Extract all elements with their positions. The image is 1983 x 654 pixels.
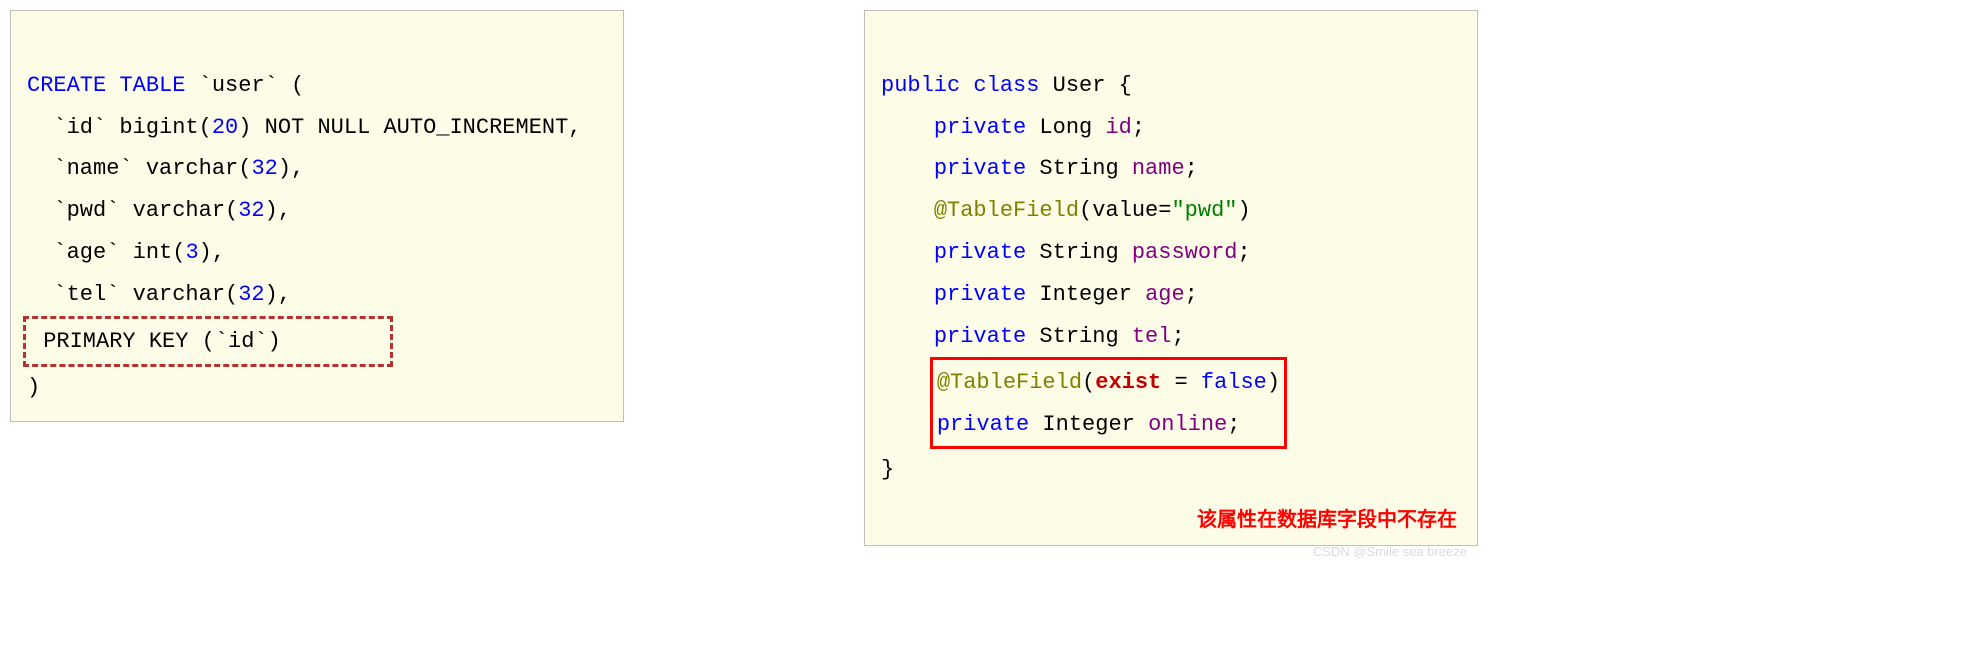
sql-text: ), — [278, 156, 304, 181]
java-text: Long — [1026, 115, 1105, 140]
sql-text: ), — [265, 198, 291, 223]
java-text: = — [1161, 370, 1201, 395]
annotation-note: 该属性在数据库字段中不存在 — [1197, 501, 1457, 539]
java-var: name — [1132, 156, 1185, 181]
primary-key-highlight: PRIMARY KEY (`id`) — [23, 316, 393, 368]
java-text: (value= — [1079, 198, 1171, 223]
sql-text: ) — [27, 375, 40, 400]
java-kw: private — [934, 282, 1026, 307]
sql-num: 32 — [238, 282, 264, 307]
java-text: ; — [1185, 282, 1198, 307]
java-kw: private — [934, 324, 1026, 349]
java-var: tel — [1132, 324, 1172, 349]
java-text: Integer — [1029, 412, 1148, 437]
java-text: Integer — [1026, 282, 1145, 307]
sql-text: `id` bigint( — [27, 115, 212, 140]
java-kw: private — [934, 156, 1026, 181]
java-text: ( — [1082, 370, 1095, 395]
java-attr: exist — [1095, 370, 1161, 395]
java-kw: private — [934, 240, 1026, 265]
java-text: ; — [1171, 324, 1184, 349]
watermark-text: CSDN @Smile sea breeze — [1313, 540, 1467, 565]
tablefield-exist-highlight: @TableField(exist = false) private Integ… — [930, 357, 1287, 449]
java-kw: private — [934, 115, 1026, 140]
code-comparison-container: CREATE TABLE `user` ( `id` bigint(20) NO… — [10, 10, 1973, 546]
sql-kw-create: CREATE TABLE — [27, 73, 185, 98]
sql-num: 20 — [212, 115, 238, 140]
sql-pk: PRIMARY KEY (`id`) — [30, 329, 386, 354]
sql-code-box: CREATE TABLE `user` ( `id` bigint(20) NO… — [10, 10, 624, 422]
sql-text: `pwd` varchar( — [27, 198, 238, 223]
java-annotation: @TableField — [934, 198, 1079, 223]
java-string: "pwd" — [1171, 198, 1237, 223]
java-text: ) — [1267, 370, 1280, 395]
sql-num: 3 — [185, 240, 198, 265]
sql-text: `user` ( — [185, 73, 304, 98]
java-text: ; — [1237, 240, 1250, 265]
sql-num: 32 — [238, 198, 264, 223]
java-kw: public — [881, 73, 960, 98]
java-text: ; — [1185, 156, 1198, 181]
java-kw: false — [1201, 370, 1267, 395]
sql-text: ) NOT NULL AUTO_INCREMENT, — [238, 115, 581, 140]
sql-text: `name` varchar( — [27, 156, 251, 181]
sql-text: ), — [265, 282, 291, 307]
java-var: id — [1105, 115, 1131, 140]
java-var: online — [1148, 412, 1227, 437]
java-text: String — [1026, 324, 1132, 349]
sql-text: `age` int( — [27, 240, 185, 265]
java-var: age — [1145, 282, 1185, 307]
sql-text: `tel` varchar( — [27, 282, 238, 307]
java-text: } — [881, 457, 894, 482]
java-text: ; — [1132, 115, 1145, 140]
java-text: ; — [1227, 412, 1240, 437]
java-text: String — [1026, 156, 1132, 181]
java-text: String — [1026, 240, 1132, 265]
sql-num: 32 — [251, 156, 277, 181]
java-code-box: public class User { private Long id; pri… — [864, 10, 1478, 546]
java-kw: class — [973, 73, 1039, 98]
java-var: password — [1132, 240, 1238, 265]
java-annotation: @TableField — [937, 370, 1082, 395]
java-kw: private — [937, 412, 1029, 437]
sql-text: ), — [199, 240, 225, 265]
java-text: User { — [1039, 73, 1131, 98]
java-text: ) — [1237, 198, 1250, 223]
